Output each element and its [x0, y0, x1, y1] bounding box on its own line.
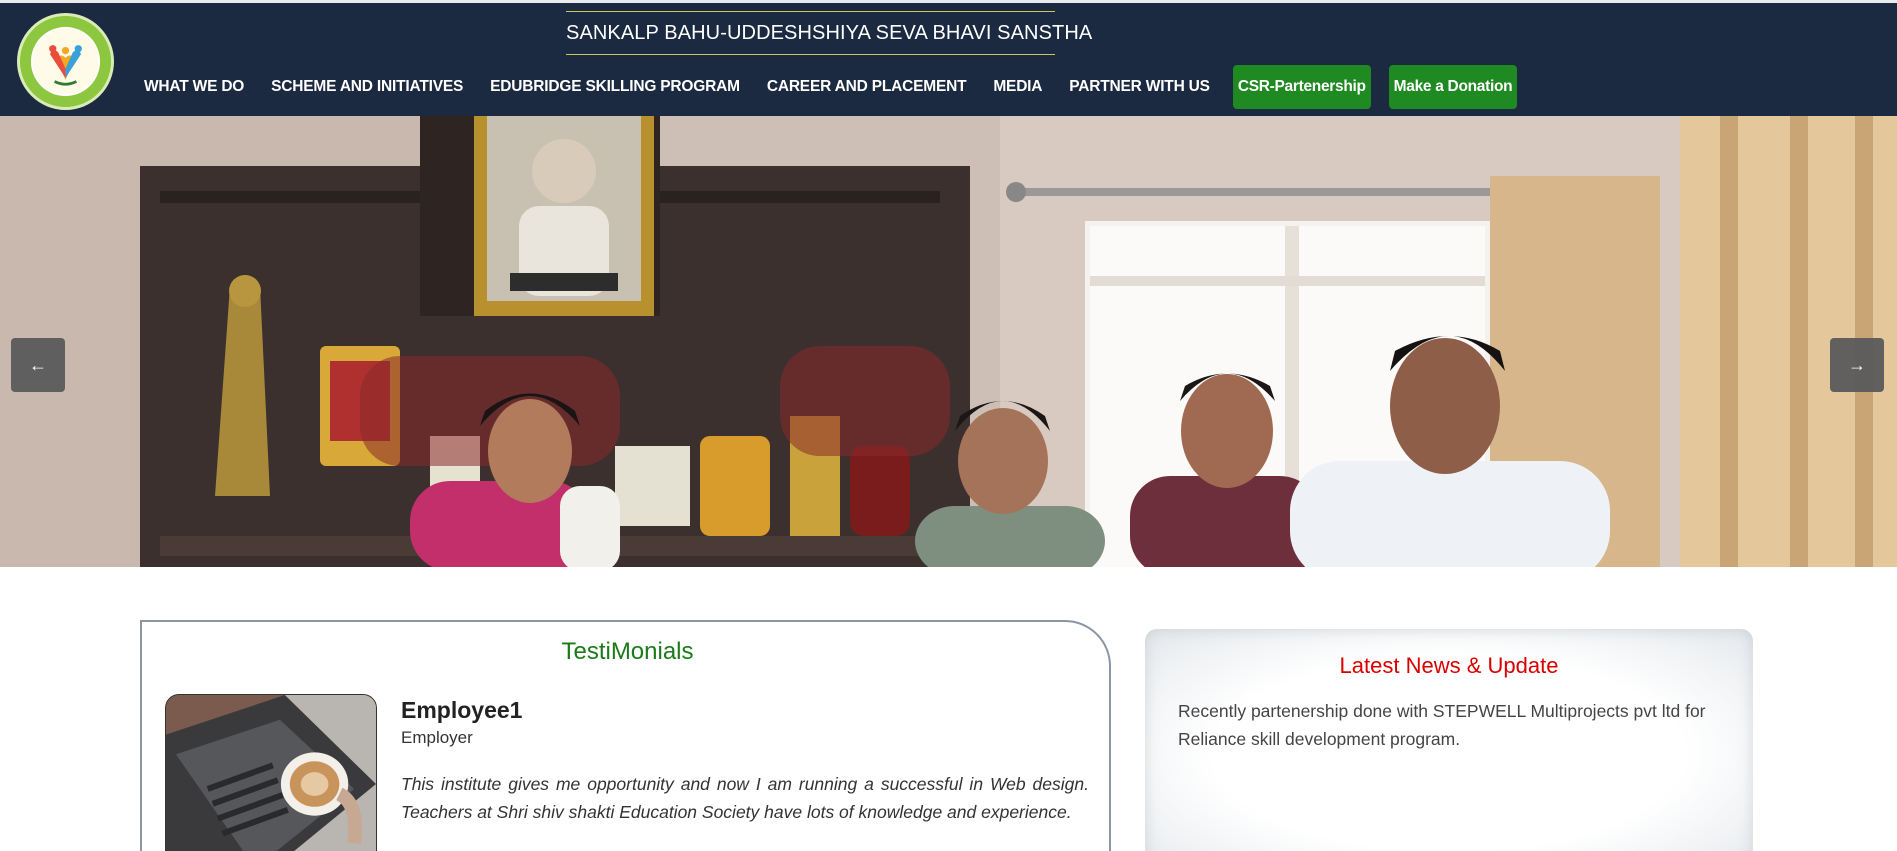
arrow-right-icon: → — [1848, 355, 1866, 375]
testimonials-card: TestiMonials Employee1 Employer This ins… — [140, 620, 1111, 851]
main-nav: WHAT WE DO SCHEME AND INITIATIVES EDUBRI… — [144, 65, 1518, 109]
make-a-donation-button[interactable]: Make a Donation — [1388, 65, 1518, 109]
site-title: SANKALP BAHU-UDDESHSHIYA SEVA BHAVI SANS… — [566, 11, 1092, 55]
nav-item-what-we-do[interactable]: WHAT WE DO — [144, 78, 244, 96]
hero-carousel: ← → — [0, 116, 1897, 567]
latest-news-text: Recently partenership done with STEPWELL… — [1178, 701, 1706, 749]
testimonials-heading: TestiMonials — [561, 638, 694, 665]
carousel-slide-image — [0, 116, 1897, 567]
nav-item-media[interactable]: MEDIA — [993, 78, 1042, 96]
site-header: SANKALP BAHU-UDDESHSHIYA SEVA BHAVI SANS… — [0, 3, 1897, 116]
organization-logo-icon[interactable] — [17, 13, 114, 110]
csr-partnership-button[interactable]: CSR-Partenership — [1232, 65, 1371, 109]
testimonial-role: Employer — [401, 728, 473, 747]
carousel-prev-button[interactable]: ← — [11, 338, 65, 392]
testimonial-photo — [165, 694, 377, 851]
arrow-left-icon: ← — [29, 355, 47, 375]
nav-item-edubridge-skilling-program[interactable]: EDUBRIDGE SKILLING PROGRAM — [490, 78, 740, 96]
latest-news-card: Latest News & Update Recently partenersh… — [1145, 629, 1753, 851]
nav-item-career-and-placement[interactable]: CAREER AND PLACEMENT — [767, 78, 967, 96]
carousel-next-button[interactable]: → — [1830, 338, 1884, 392]
latest-news-heading: Latest News & Update — [1339, 653, 1559, 678]
testimonial-quote: This institute gives me opportunity and … — [401, 774, 1089, 822]
nav-item-partner-with-us[interactable]: PARTNER WITH US — [1069, 78, 1210, 96]
nav-item-scheme-and-initiatives[interactable]: SCHEME AND INITIATIVES — [271, 78, 463, 96]
testimonial-name: Employee1 — [401, 697, 523, 723]
